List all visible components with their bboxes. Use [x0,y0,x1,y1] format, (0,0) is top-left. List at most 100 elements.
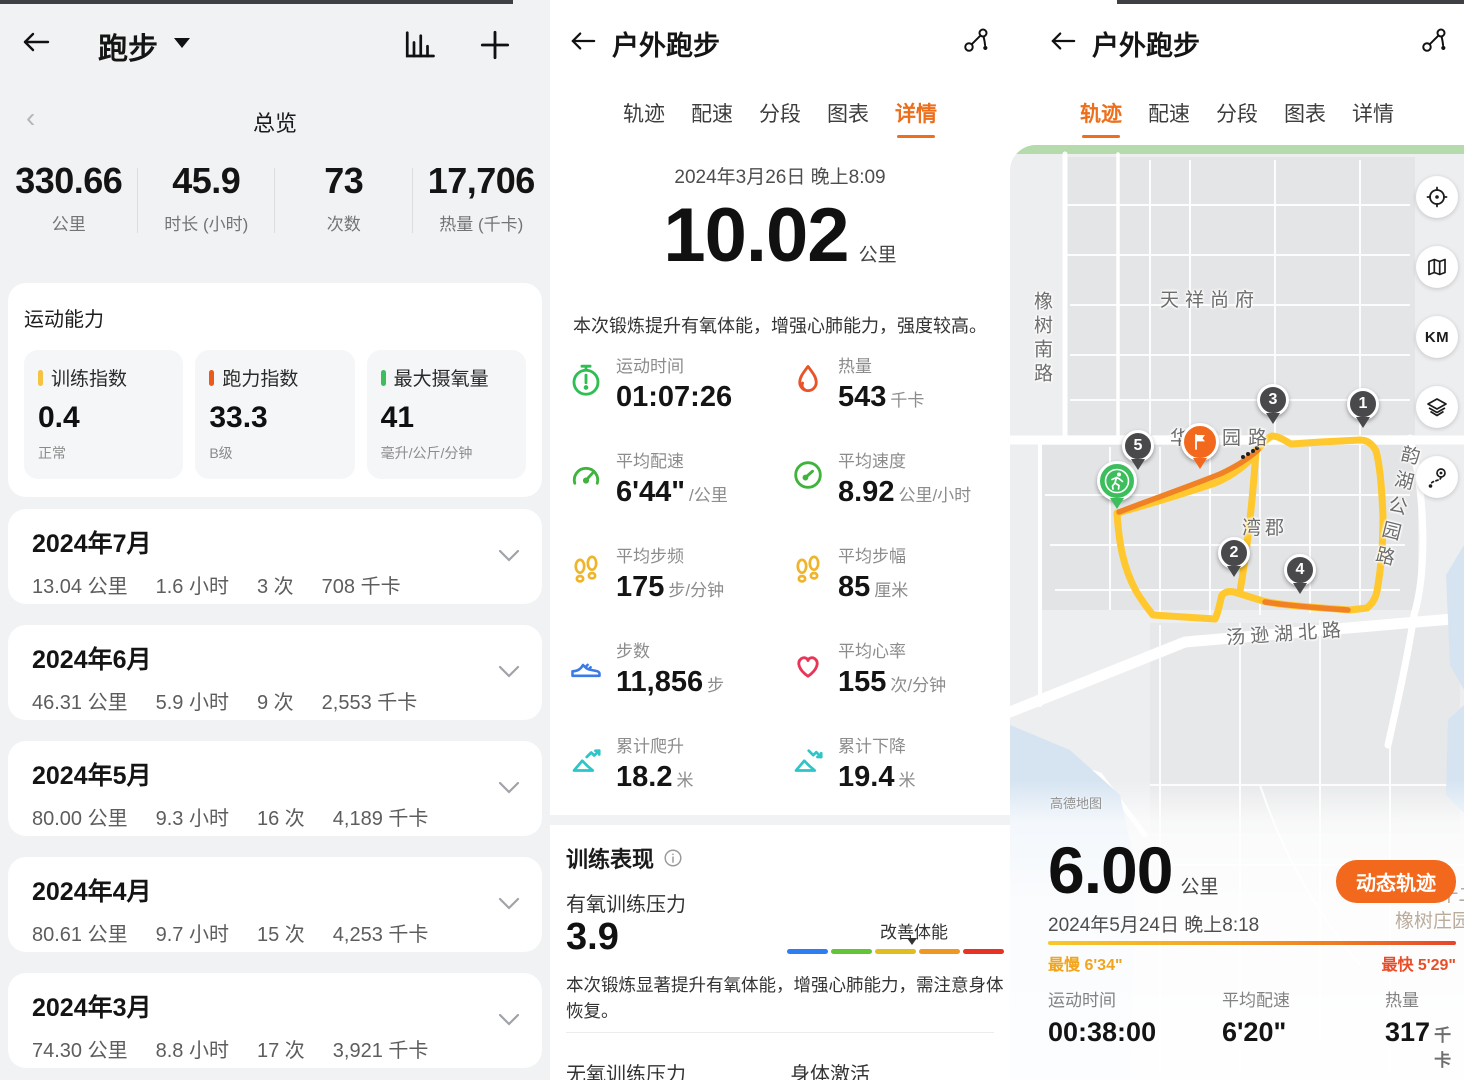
route-map[interactable]: 天祥尚府 橡树南路 华师园路 湾郡 韵湖公园路 汤逊湖北路 1 2 3 4 5 [1010,145,1464,1080]
page-title[interactable]: 跑步 [98,24,158,68]
dynamic-track-button[interactable]: 动态轨迹 [1336,860,1456,903]
track-tabbar: 轨迹 配速 分段 图表 详情 [1010,98,1464,138]
chevron-down-icon[interactable] [498,1013,520,1026]
ability-title: 运动能力 [24,303,526,332]
tab-details[interactable]: 详情 [895,98,937,138]
ability-vo2max[interactable]: 最大摄氧量 41 毫升/公斤/分钟 [367,350,526,479]
tab-segments[interactable]: 分段 [1216,98,1258,138]
start-runner-marker [1097,461,1137,501]
stopwatch-icon [568,362,604,398]
chevron-down-icon[interactable] [498,781,520,794]
total-count: 73 次数 [275,160,413,235]
chevron-down-icon[interactable] [498,897,520,910]
month-card-july[interactable]: 2024年7月 13.04 公里1.6 小时3 次708 千卡 [8,509,542,604]
chevron-down-icon[interactable] [498,665,520,678]
track-stat-duration: 运动时间 00:38:00 [1048,986,1160,1048]
map-attribution: 高德地图 [1050,793,1102,812]
green-pill-icon [381,370,386,386]
unit-km-button[interactable]: KM [1416,316,1458,358]
km-marker-1: 1 [1347,388,1379,420]
tab-charts[interactable]: 图表 [827,98,869,138]
locate-icon[interactable] [1416,176,1458,218]
track-date: 2024年5月24日 晚上8:18 [1048,910,1259,937]
month-list: 2024年7月 13.04 公里1.6 小时3 次708 千卡 2024年6月 … [8,509,542,1068]
bar-chart-icon[interactable] [402,26,438,62]
info-icon[interactable] [662,847,684,869]
km-marker-4: 4 [1284,554,1316,586]
map-style-icon[interactable] [1416,246,1458,288]
back-arrow-icon[interactable] [1048,28,1078,54]
tab-details[interactable]: 详情 [1352,98,1394,138]
km-marker-5: 5 [1122,430,1154,462]
back-arrow-icon[interactable] [20,28,52,56]
ascent-icon [568,742,604,778]
chevron-down-icon[interactable] [498,549,520,562]
stress-scale-bar [787,949,1004,954]
km-marker-2: 2 [1218,537,1250,569]
tab-pace[interactable]: 配速 [691,98,733,138]
panel-running-overview: 跑步 ‹ 总览 330.66 公里 45.9 时长 (小时) 73 次数 [0,0,550,1080]
stride-footprints-icon [790,552,826,588]
status-bar-remnant [0,0,513,4]
chevron-down-icon[interactable] [174,38,190,48]
tab-pace[interactable]: 配速 [1148,98,1190,138]
orange-pill-icon [209,370,214,386]
share-icon[interactable] [962,26,990,54]
heart-icon [790,647,826,683]
training-performance-header: 训练表现 [566,842,684,874]
track-distance: 6.00 公里 [1048,832,1218,908]
stat-total-ascent: 累计爬升 18.2米 [558,732,780,827]
stress-pointer-icon [907,938,917,945]
layers-icon[interactable] [1416,386,1458,428]
total-calories: 17,706 热量 (千卡) [413,160,551,235]
share-icon[interactable] [1420,26,1448,54]
flame-icon [790,362,826,398]
stat-avg-speed: 平均速度 8.92公里/小时 [780,447,1002,542]
pace-gradient-bar [1048,941,1456,945]
stat-duration: 运动时间 01:07:26 [558,352,780,447]
map-label-road-left: 橡树南路 [1028,291,1055,387]
page-title: 户外跑步 [612,24,720,63]
month-card-may[interactable]: 2024年5月 80.00 公里9.3 小时16 次4,189 千卡 [8,741,542,836]
section-divider [550,815,1010,825]
km-marker-3: 3 [1257,384,1289,416]
month-card-april[interactable]: 2024年4月 80.61 公里9.7 小时15 次4,253 千卡 [8,857,542,952]
map-control-column: KM [1416,176,1458,498]
stat-avg-cadence: 平均步频 175步/分钟 [558,542,780,637]
route-overview-icon[interactable] [1416,456,1458,498]
aerobic-stress-value: 3.9 [566,916,619,959]
tab-track[interactable]: 轨迹 [1080,98,1122,138]
panel-run-details: 户外跑步 轨迹 配速 分段 图表 详情 2024年3月26日 晚上8:09 10… [550,0,1010,1080]
app-screenshot: 跑步 ‹ 总览 330.66 公里 45.9 时长 (小时) 73 次数 [0,0,1464,1080]
month-card-june[interactable]: 2024年6月 46.31 公里5.9 小时9 次2,553 千卡 [8,625,542,720]
finish-flag-marker [1181,423,1219,461]
totals-summary: 330.66 公里 45.9 时长 (小时) 73 次数 17,706 热量 (… [0,160,550,235]
stat-total-descent: 累计下降 19.4米 [780,732,1002,827]
ability-training-index[interactable]: 训练指数 0.4 正常 [24,350,183,479]
fastest-pace: 最快 5'29" [1381,951,1456,975]
ability-running-index[interactable]: 跑力指数 33.3 B级 [195,350,354,479]
stat-avg-heart-rate: 平均心率 155次/分钟 [780,637,1002,732]
amber-pill-icon [38,370,43,386]
stat-avg-stride: 平均步幅 85厘米 [780,542,1002,637]
stat-avg-pace: 平均配速 6'44"/公里 [558,447,780,542]
cadence-footprints-icon [568,552,604,588]
map-label-estate-mid: 湾郡 [1242,513,1288,540]
plus-icon[interactable] [476,26,514,64]
back-arrow-icon[interactable] [568,28,598,54]
divider [566,1032,994,1033]
tab-charts[interactable]: 图表 [1284,98,1326,138]
month-card-march[interactable]: 2024年3月 74.30 公里8.8 小时17 次3,921 千卡 [8,973,542,1068]
chevron-left-icon[interactable]: ‹ [26,104,35,132]
total-distance: 330.66 公里 [0,160,138,235]
slowest-pace: 最慢 6'34" [1048,951,1123,975]
track-stat-pace: 平均配速 6'20" [1222,986,1290,1048]
body-activation-label: 身体激活 [790,1058,870,1080]
tab-segments[interactable]: 分段 [759,98,801,138]
training-description: 本次锻炼显著提升有氧体能，增强心肺能力，需注意身体恢复。 [566,972,1004,1025]
anaerobic-stress-label: 无氧训练压力 [566,1058,686,1080]
tab-track[interactable]: 轨迹 [623,98,665,138]
session-stats-grid: 运动时间 01:07:26 热量 543千卡 平均配速 6'44"/公里 平均速… [558,352,1002,827]
speed-gauge-icon [790,457,826,493]
descent-icon [790,742,826,778]
